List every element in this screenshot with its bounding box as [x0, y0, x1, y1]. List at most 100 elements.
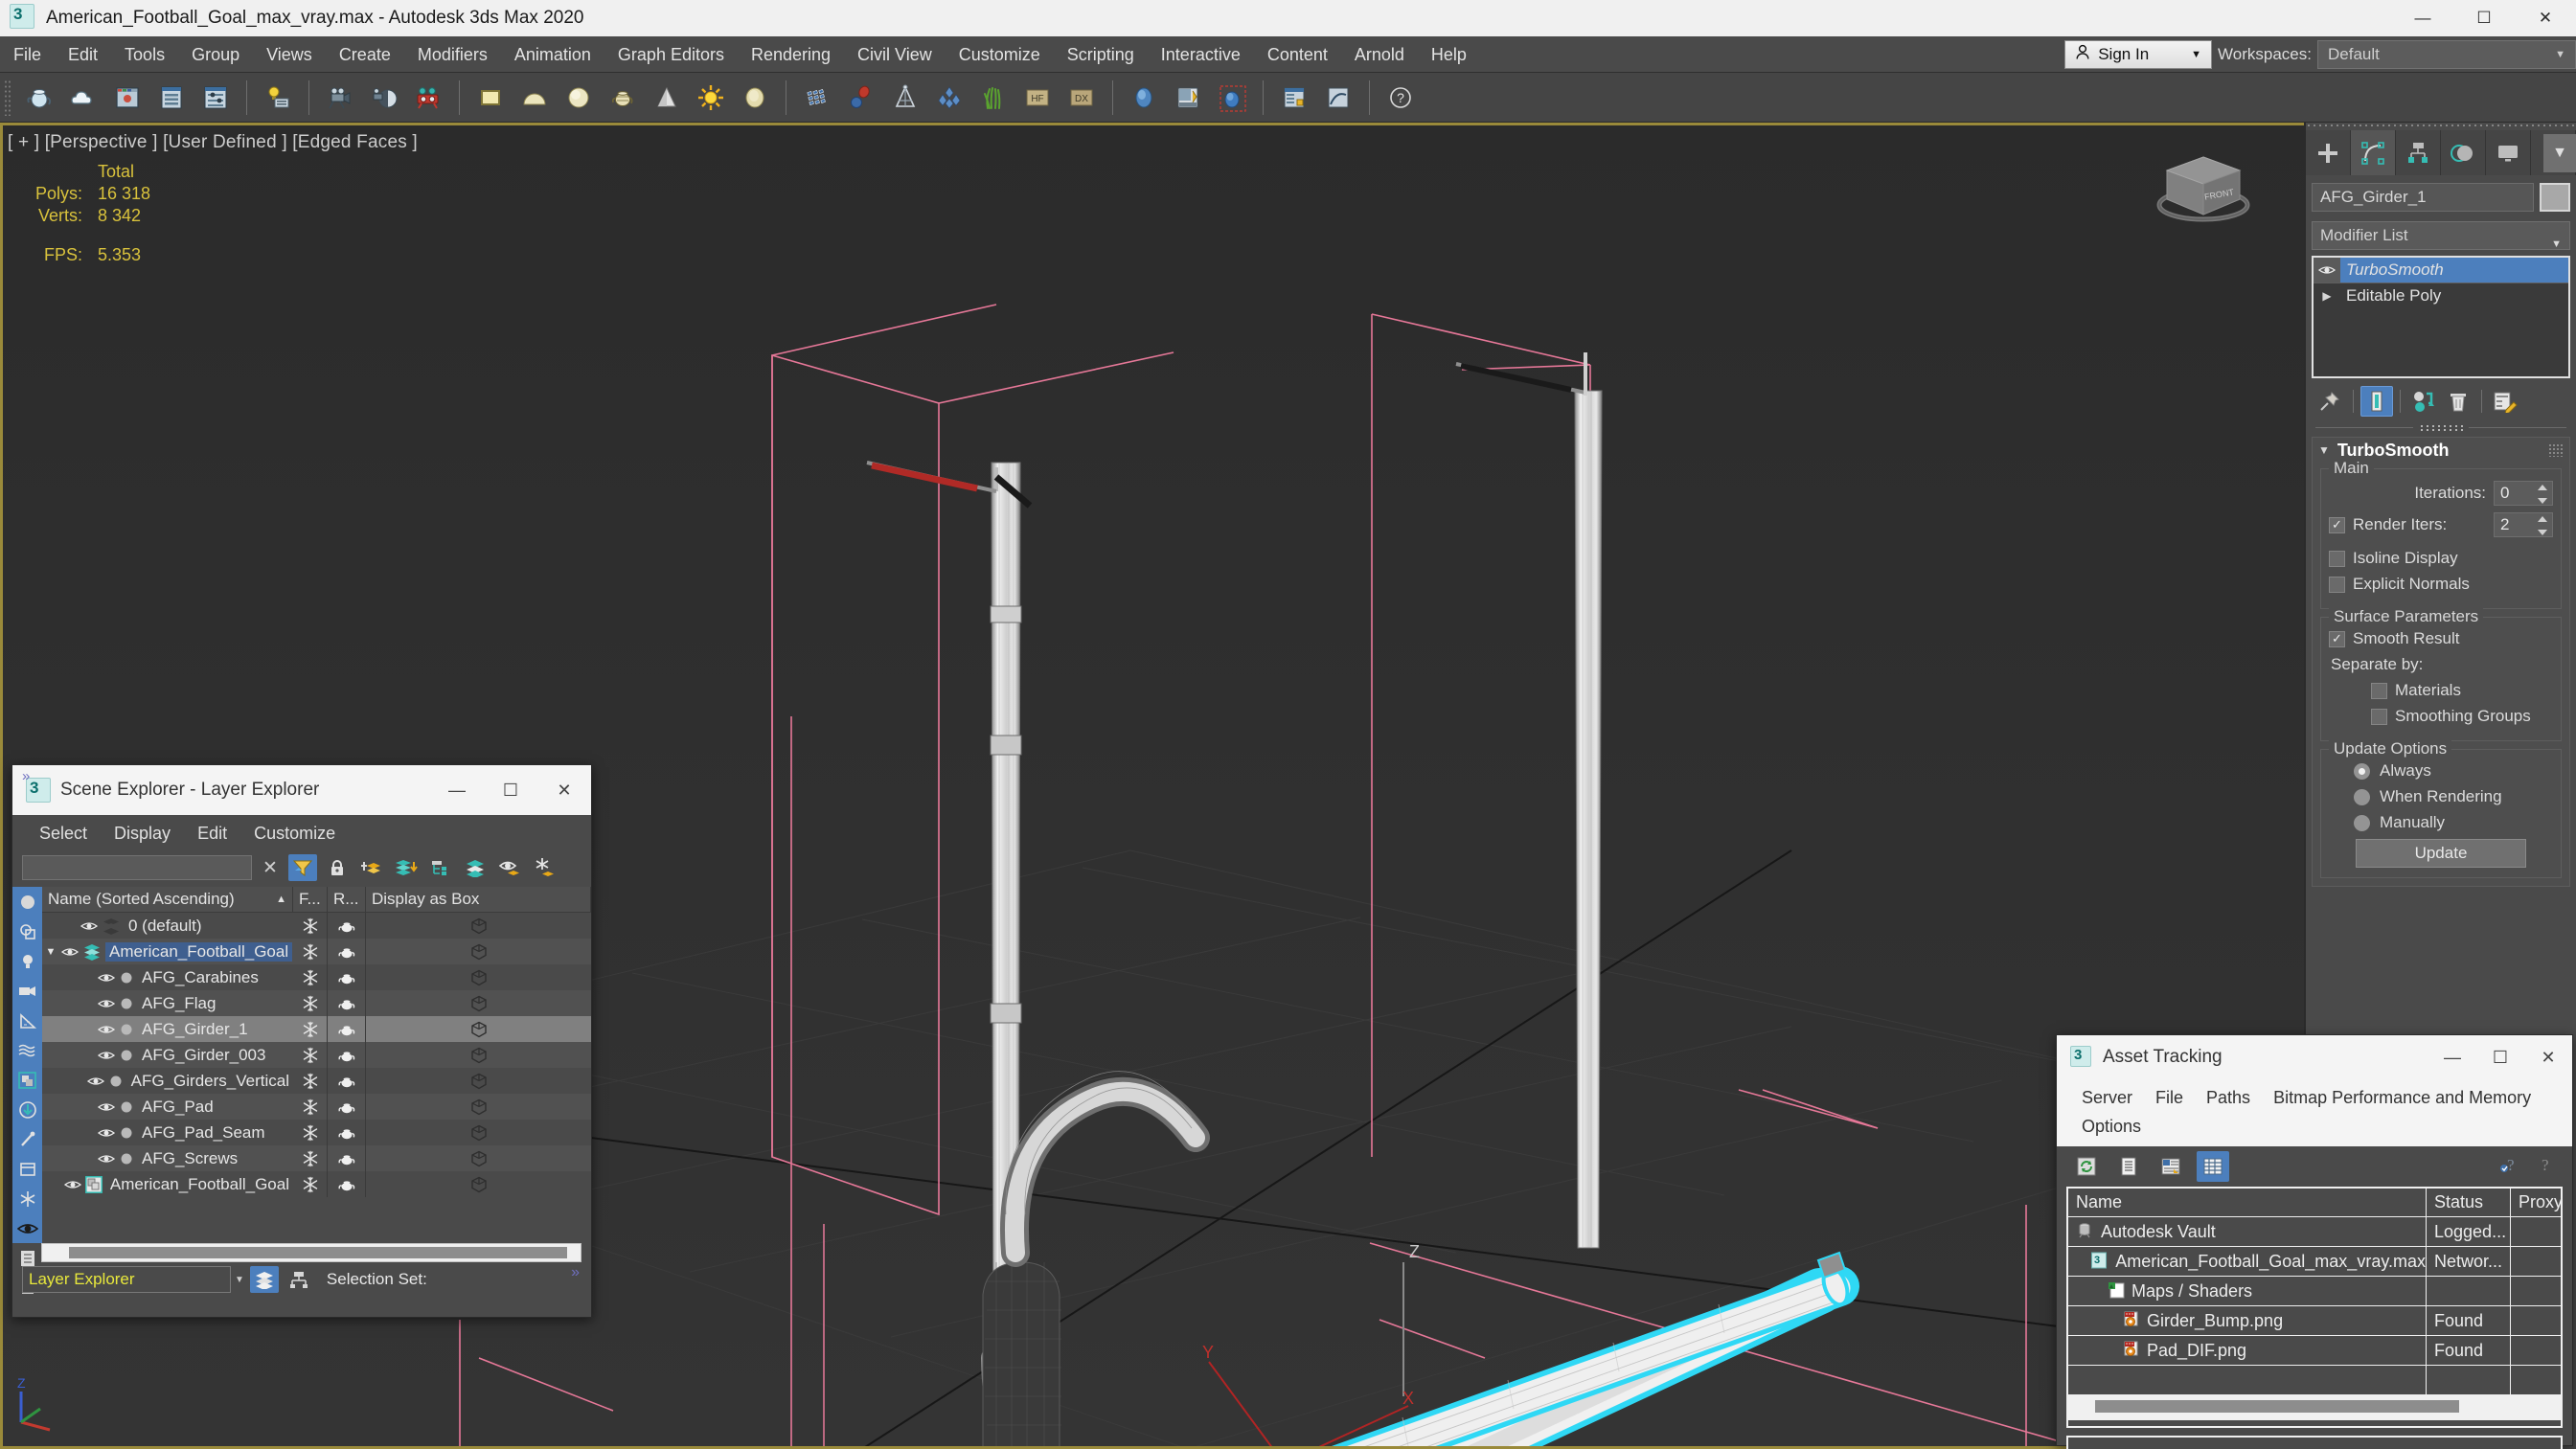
- frozen-toggle[interactable]: [293, 964, 328, 990]
- filter-hidden-icon[interactable]: [12, 1213, 42, 1243]
- render-iters-checkbox[interactable]: ✓: [2329, 516, 2345, 533]
- sphere-primitive-icon[interactable]: [558, 77, 600, 119]
- pin-icon[interactable]: [2314, 386, 2346, 417]
- at-menu-file[interactable]: File: [2144, 1083, 2195, 1112]
- filter-cameras-icon[interactable]: [12, 976, 42, 1006]
- table-row[interactable]: AFG_Girders_Vertical: [42, 1068, 591, 1094]
- object-icon[interactable]: [119, 1099, 134, 1115]
- select-layer-children-icon[interactable]: [426, 854, 455, 881]
- filter-containers-icon[interactable]: [12, 1154, 42, 1184]
- smoothing-groups-row[interactable]: Smoothing Groups: [2329, 707, 2553, 726]
- layer-icon[interactable]: [102, 917, 121, 935]
- display-as-box-toggle[interactable]: [366, 1145, 591, 1171]
- table-row[interactable]: Autodesk Vault Logged...: [2068, 1217, 2561, 1247]
- filter-geometry-icon[interactable]: [12, 887, 42, 917]
- sun-light-icon[interactable]: [690, 77, 732, 119]
- freeze-layer-icon[interactable]: [530, 854, 559, 881]
- grass-scatter-icon[interactable]: [796, 77, 838, 119]
- frozen-toggle[interactable]: [293, 1016, 328, 1042]
- table-row[interactable]: Girder_Bump.png Found: [2068, 1306, 2561, 1336]
- eye-icon[interactable]: [98, 1127, 115, 1139]
- explicit-normals-checkbox[interactable]: [2329, 576, 2345, 593]
- modifier-stack-item-editable-poly[interactable]: ▶ Editable Poly: [2314, 283, 2568, 308]
- eye-icon[interactable]: [80, 920, 98, 932]
- smooth-result-row[interactable]: ✓ Smooth Result: [2329, 629, 2553, 648]
- maximize-button[interactable]: ☐: [2453, 0, 2515, 36]
- column-name[interactable]: Name (Sorted Ascending) ▲: [42, 887, 293, 912]
- render-iters-spinner[interactable]: 2: [2494, 512, 2553, 537]
- isoline-display-row[interactable]: Isoline Display: [2329, 549, 2553, 568]
- display-as-box-toggle[interactable]: [366, 990, 591, 1016]
- update-when-rendering-row[interactable]: When Rendering: [2329, 787, 2553, 806]
- table-row[interactable]: AFG_Pad: [42, 1094, 591, 1120]
- dome-primitive-icon[interactable]: [513, 77, 556, 119]
- materials-row[interactable]: Materials: [2329, 681, 2553, 700]
- eye-icon[interactable]: [98, 972, 115, 984]
- group-icon[interactable]: [84, 1175, 103, 1193]
- hierarchy-tab[interactable]: [2396, 130, 2441, 175]
- display-as-box-toggle[interactable]: [366, 1120, 591, 1145]
- table-row[interactable]: Maps / Shaders: [2068, 1277, 2561, 1306]
- spinner-arrows-icon[interactable]: [2537, 485, 2548, 504]
- menu-content[interactable]: Content: [1254, 36, 1341, 73]
- render-settings-icon[interactable]: [194, 77, 237, 119]
- menu-views[interactable]: Views: [253, 36, 326, 73]
- isoline-display-checkbox[interactable]: [2329, 550, 2345, 567]
- explicit-normals-row[interactable]: Explicit Normals: [2329, 575, 2553, 594]
- expand-toggle-icon[interactable]: ▼: [42, 946, 59, 958]
- at-menu-server[interactable]: Server: [2070, 1083, 2144, 1112]
- renderable-toggle[interactable]: [328, 1068, 366, 1094]
- at-column-status[interactable]: Status: [2427, 1189, 2511, 1216]
- hide-layer-icon[interactable]: [495, 854, 524, 881]
- menu-animation[interactable]: Animation: [501, 36, 604, 73]
- curve-editor-icon[interactable]: [1317, 77, 1359, 119]
- menu-arnold[interactable]: Arnold: [1341, 36, 1418, 73]
- eye-icon[interactable]: [98, 1024, 115, 1035]
- scene-explorer-mode-button[interactable]: [285, 1266, 313, 1293]
- camera-stereo-icon[interactable]: [407, 77, 449, 119]
- filter-icon[interactable]: [288, 854, 317, 881]
- frozen-toggle[interactable]: [293, 1094, 328, 1120]
- render-setup-icon[interactable]: [150, 77, 193, 119]
- se-menu-display[interactable]: Display: [101, 815, 184, 851]
- vray-proxy-icon[interactable]: [1211, 77, 1253, 119]
- filter-shapes-icon[interactable]: [12, 917, 42, 946]
- scrollbar-thumb[interactable]: [69, 1247, 567, 1258]
- display-as-box-toggle[interactable]: [366, 1068, 591, 1094]
- light-settings-icon[interactable]: [257, 77, 299, 119]
- workspace-select[interactable]: Default ▼: [2317, 39, 2576, 69]
- show-end-result-icon[interactable]: [2360, 386, 2393, 417]
- camera-sphere-icon[interactable]: [363, 77, 405, 119]
- frozen-toggle[interactable]: [293, 939, 328, 964]
- object-icon[interactable]: [119, 1151, 134, 1166]
- clear-search-icon[interactable]: ✕: [258, 855, 283, 880]
- object-icon[interactable]: [119, 970, 134, 985]
- frozen-toggle[interactable]: [293, 1120, 328, 1145]
- renderable-toggle[interactable]: [328, 1145, 366, 1171]
- help-icon[interactable]: ?: [1379, 77, 1422, 119]
- menu-graph-editors[interactable]: Graph Editors: [604, 36, 738, 73]
- menu-customize[interactable]: Customize: [946, 36, 1054, 73]
- filter-helpers-icon[interactable]: [12, 1006, 42, 1035]
- horizontal-scrollbar[interactable]: [41, 1243, 581, 1262]
- renderable-toggle[interactable]: [328, 1016, 366, 1042]
- render-frame-window-icon[interactable]: [106, 77, 148, 119]
- eye-icon[interactable]: [61, 946, 79, 958]
- teapot-render-icon[interactable]: [18, 77, 60, 119]
- refresh-icon[interactable]: [2070, 1151, 2103, 1182]
- object-icon[interactable]: [119, 1022, 134, 1037]
- menu-interactive[interactable]: Interactive: [1148, 36, 1254, 73]
- detail-view-icon[interactable]: [2154, 1151, 2187, 1182]
- vray-sphere-icon[interactable]: [1123, 77, 1165, 119]
- materials-checkbox[interactable]: [2371, 682, 2387, 699]
- grid-view-icon[interactable]: [2197, 1151, 2229, 1182]
- expand-right-chevron-icon[interactable]: »: [571, 1264, 580, 1281]
- filter-groups-icon[interactable]: [12, 1065, 42, 1095]
- layers-icon[interactable]: [461, 854, 490, 881]
- table-row[interactable]: AFG_Screws: [42, 1145, 591, 1171]
- create-tab[interactable]: [2306, 130, 2351, 175]
- renderable-toggle[interactable]: [328, 913, 366, 939]
- asset-tracking-title-bar[interactable]: 3 Asset Tracking — ☐ ✕: [2057, 1035, 2572, 1079]
- close-button[interactable]: ✕: [2515, 0, 2576, 36]
- viewcube[interactable]: FRONT: [2141, 140, 2266, 245]
